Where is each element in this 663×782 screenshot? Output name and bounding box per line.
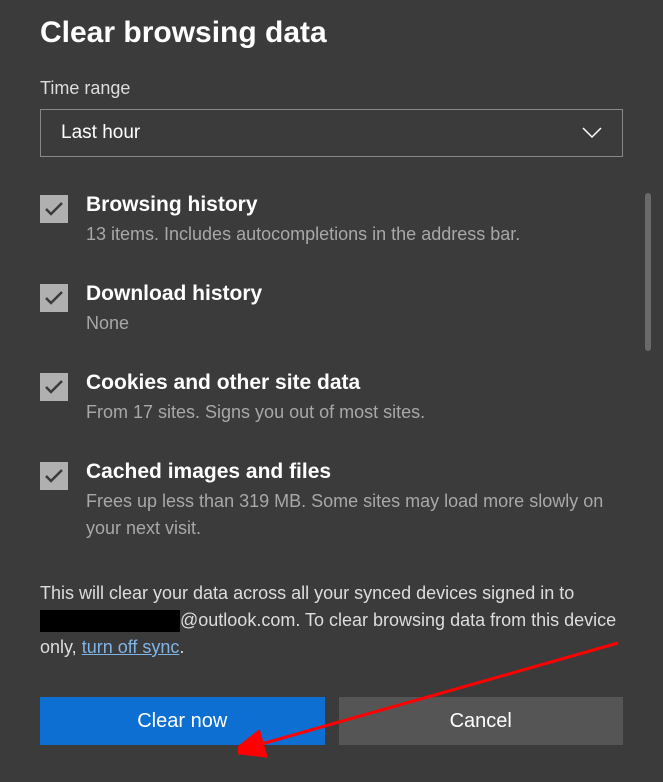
option-title: Cookies and other site data (86, 371, 623, 395)
time-range-value: Last hour (61, 122, 140, 144)
option-browsing-history: Browsing history 13 items. Includes auto… (40, 193, 623, 248)
checkbox-browsing-history[interactable] (40, 195, 68, 223)
cancel-button[interactable]: Cancel (339, 697, 624, 745)
checkbox-cookies[interactable] (40, 373, 68, 401)
time-range-label: Time range (40, 78, 623, 99)
checkbox-cached[interactable] (40, 462, 68, 490)
footer-part1: This will clear your data across all you… (40, 583, 574, 603)
option-title: Download history (86, 282, 623, 306)
dialog-title: Clear browsing data (40, 16, 623, 50)
chevron-down-icon (582, 127, 602, 139)
scrollbar[interactable] (645, 193, 651, 351)
option-desc: None (86, 310, 623, 337)
button-row: Clear now Cancel (40, 697, 623, 745)
footer-part3: . (179, 637, 184, 657)
checkbox-download-history[interactable] (40, 284, 68, 312)
checkmark-icon (45, 469, 63, 483)
checkmark-icon (45, 380, 63, 394)
clear-now-button[interactable]: Clear now (40, 697, 325, 745)
option-desc: 13 items. Includes autocompletions in th… (86, 221, 623, 248)
checkmark-icon (45, 291, 63, 305)
redacted-email (40, 610, 180, 632)
option-download-history: Download history None (40, 282, 623, 337)
option-cookies: Cookies and other site data From 17 site… (40, 371, 623, 426)
turn-off-sync-link[interactable]: turn off sync (82, 637, 180, 657)
sync-warning-text: This will clear your data across all you… (40, 580, 623, 661)
time-range-dropdown[interactable]: Last hour (40, 109, 623, 157)
options-list: Browsing history 13 items. Includes auto… (40, 193, 623, 542)
footer-email-domain: @outlook.com (180, 610, 295, 630)
option-title: Browsing history (86, 193, 623, 217)
option-cached: Cached images and files Frees up less th… (40, 460, 623, 542)
checkmark-icon (45, 202, 63, 216)
option-title: Cached images and files (86, 460, 623, 484)
option-desc: From 17 sites. Signs you out of most sit… (86, 399, 623, 426)
option-desc: Frees up less than 319 MB. Some sites ma… (86, 488, 623, 542)
